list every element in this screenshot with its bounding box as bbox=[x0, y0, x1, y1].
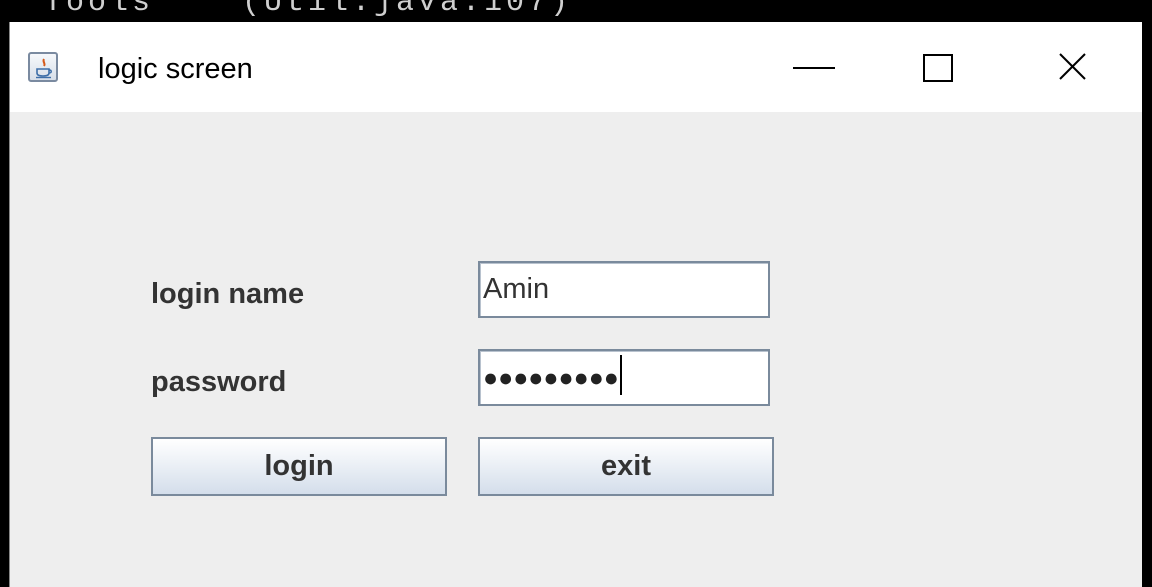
title-bar[interactable]: logic screen bbox=[10, 22, 1142, 112]
maximize-button[interactable] bbox=[880, 22, 1000, 112]
password-label: password bbox=[151, 366, 287, 398]
maximize-icon bbox=[923, 54, 953, 82]
minimize-button[interactable] bbox=[755, 22, 875, 112]
login-name-label: login name bbox=[151, 278, 305, 310]
close-icon bbox=[1059, 53, 1086, 80]
login-window: logic screen login name Amin password ●●… bbox=[9, 22, 1142, 587]
window-title: logic screen bbox=[98, 53, 253, 85]
form-panel: login name Amin password ●●●●●●●●● login… bbox=[10, 112, 1142, 587]
text-caret bbox=[619, 355, 622, 396]
password-value: ●●●●●●●●● bbox=[483, 364, 619, 392]
console-text: Tools (Util:java:107) bbox=[44, 0, 573, 20]
minimize-icon bbox=[793, 67, 835, 69]
login-button[interactable]: login bbox=[151, 437, 447, 496]
password-input[interactable]: ●●●●●●●●● bbox=[478, 349, 770, 406]
close-button[interactable] bbox=[1010, 22, 1130, 112]
java-icon[interactable] bbox=[28, 52, 58, 82]
login-name-input[interactable]: Amin bbox=[478, 261, 770, 318]
exit-button[interactable]: exit bbox=[478, 437, 774, 496]
login-name-value: Amin bbox=[483, 273, 550, 305]
